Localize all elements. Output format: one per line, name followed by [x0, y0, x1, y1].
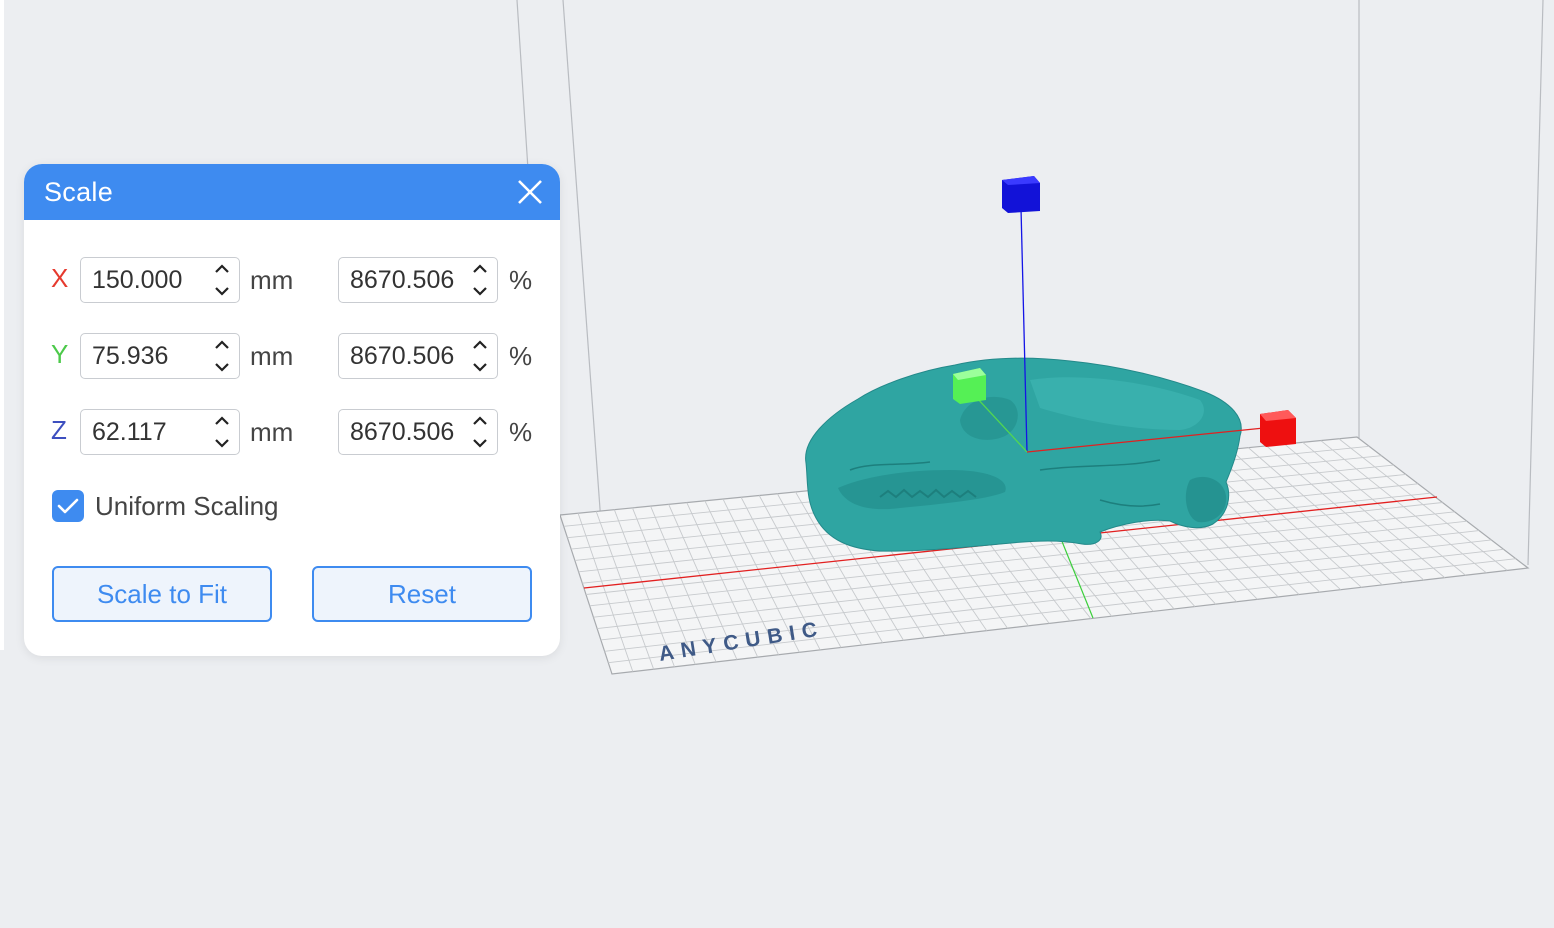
- y-percent-increment[interactable]: [471, 338, 489, 352]
- left-panel-edge: [0, 0, 4, 650]
- chevron-down-icon: [473, 287, 487, 296]
- scale-to-fit-button[interactable]: Scale to Fit: [52, 566, 272, 622]
- x-mm-unit: mm: [250, 265, 294, 295]
- z-percent-spinbox[interactable]: [338, 409, 498, 455]
- chevron-up-icon: [215, 264, 229, 273]
- x-percent-decrement[interactable]: [471, 284, 489, 298]
- chevron-up-icon: [473, 264, 487, 273]
- reset-button[interactable]: Reset: [312, 566, 532, 622]
- scale-row-z: Z mm %: [24, 409, 560, 455]
- close-button[interactable]: [514, 176, 546, 208]
- z-percent-decrement[interactable]: [471, 436, 489, 450]
- y-percent-unit: %: [509, 341, 533, 371]
- y-size-input[interactable]: [81, 334, 205, 378]
- z-size-increment[interactable]: [213, 414, 231, 428]
- x-percent-increment[interactable]: [471, 262, 489, 276]
- z-size-input[interactable]: [81, 410, 205, 454]
- z-axis-handle[interactable]: [1002, 176, 1040, 213]
- y-percent-spinbox[interactable]: [338, 333, 498, 379]
- y-percent-decrement[interactable]: [471, 360, 489, 374]
- y-size-decrement[interactable]: [213, 360, 231, 374]
- chevron-up-icon: [215, 416, 229, 425]
- chevron-down-icon: [215, 363, 229, 372]
- z-percent-unit: %: [509, 417, 533, 447]
- z-mm-unit: mm: [250, 417, 294, 447]
- y-size-increment[interactable]: [213, 338, 231, 352]
- dialog-title: Scale: [44, 176, 114, 207]
- x-size-increment[interactable]: [213, 262, 231, 276]
- y-axis-handle[interactable]: [953, 368, 986, 404]
- y-size-spinbox[interactable]: [80, 333, 240, 379]
- uniform-scaling-checkbox[interactable]: [52, 490, 84, 522]
- x-percent-spinbox[interactable]: [338, 257, 498, 303]
- chevron-down-icon: [215, 439, 229, 448]
- checkmark-icon: [57, 498, 79, 514]
- dialog-header: Scale: [24, 164, 560, 220]
- chevron-up-icon: [215, 340, 229, 349]
- scale-dialog: Scale X mm % Y: [24, 164, 560, 656]
- x-axis-handle[interactable]: [1260, 410, 1296, 447]
- axis-label-x: X: [51, 263, 69, 293]
- z-size-spinbox[interactable]: [80, 409, 240, 455]
- x-size-input[interactable]: [81, 258, 205, 302]
- uniform-scaling-option[interactable]: Uniform Scaling: [52, 490, 279, 522]
- chevron-down-icon: [215, 287, 229, 296]
- x-percent-unit: %: [509, 265, 533, 295]
- z-percent-increment[interactable]: [471, 414, 489, 428]
- scale-row-x: X mm %: [24, 257, 560, 303]
- chevron-down-icon: [473, 439, 487, 448]
- y-percent-input[interactable]: [339, 334, 463, 378]
- y-mm-unit: mm: [250, 341, 294, 371]
- chevron-up-icon: [473, 416, 487, 425]
- chevron-down-icon: [473, 363, 487, 372]
- axis-label-y: Y: [51, 339, 69, 369]
- uniform-scaling-label: Uniform Scaling: [95, 490, 279, 521]
- scale-row-y: Y mm %: [24, 333, 560, 379]
- skull-model[interactable]: [805, 357, 1242, 552]
- x-percent-input[interactable]: [339, 258, 463, 302]
- axis-label-z: Z: [51, 415, 67, 445]
- z-size-decrement[interactable]: [213, 436, 231, 450]
- close-icon: [518, 180, 542, 204]
- x-size-decrement[interactable]: [213, 284, 231, 298]
- x-size-spinbox[interactable]: [80, 257, 240, 303]
- chevron-up-icon: [473, 340, 487, 349]
- z-percent-input[interactable]: [339, 410, 463, 454]
